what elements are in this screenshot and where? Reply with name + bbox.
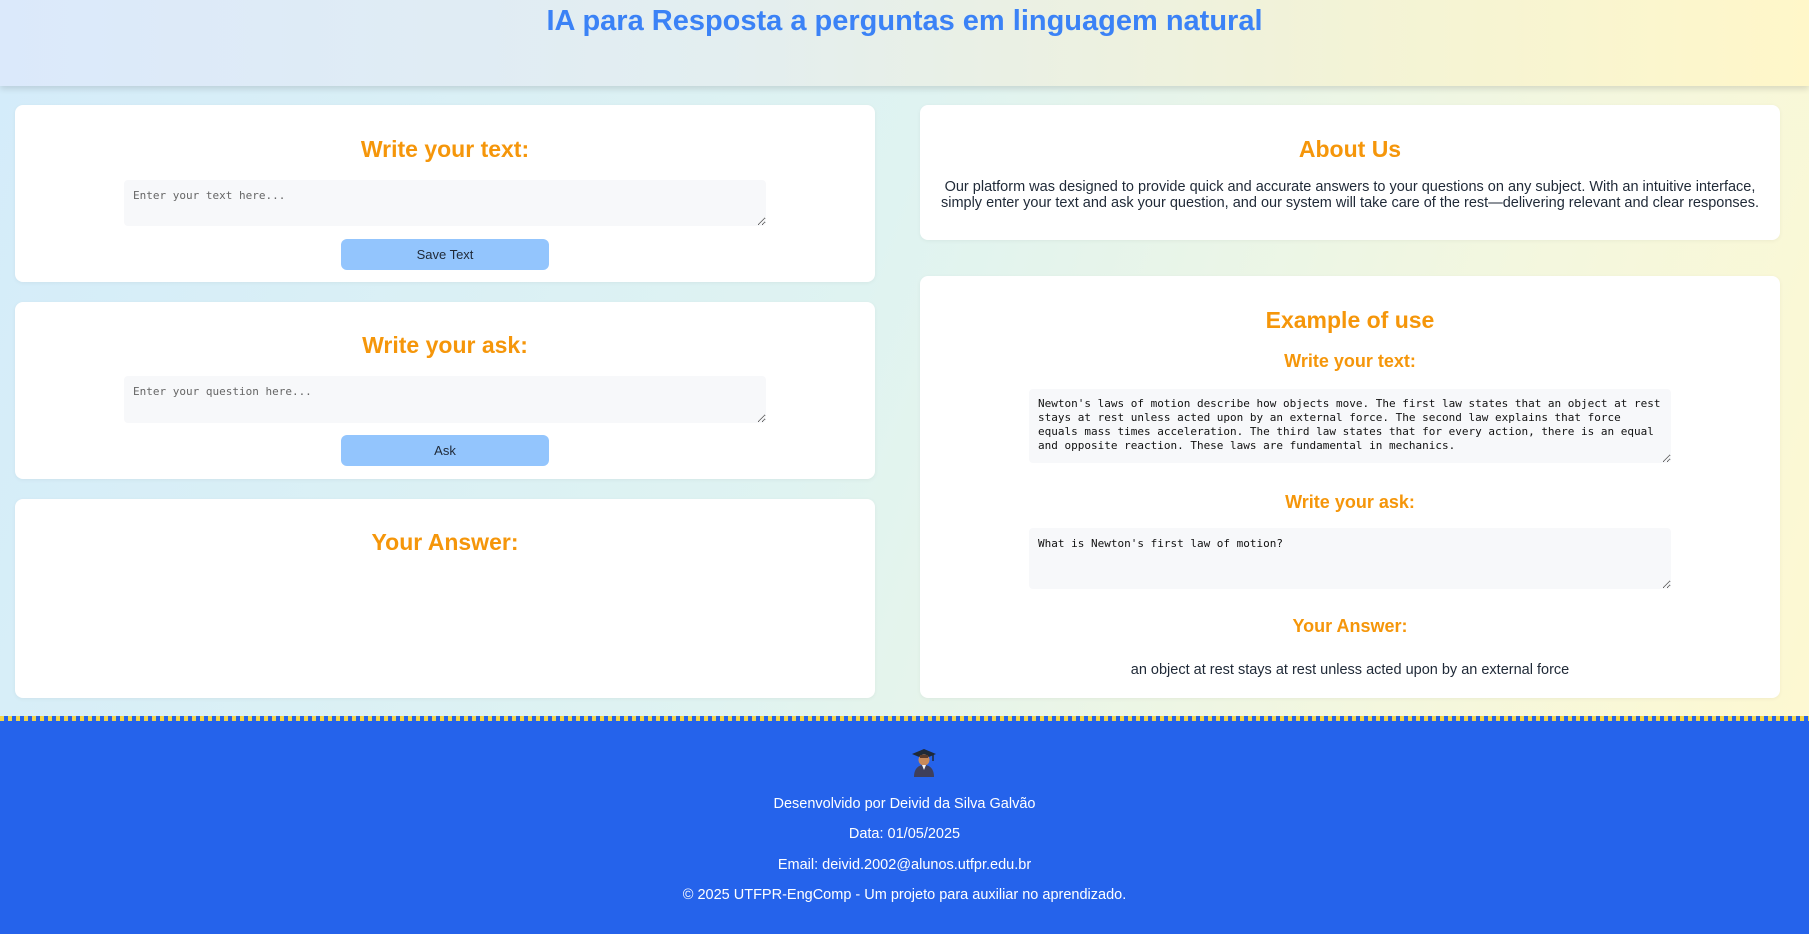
example-ask-heading: Write your ask: <box>1285 492 1415 512</box>
footer-dashed-border <box>0 716 1809 721</box>
example-answer-text: an object at rest stays at rest unless a… <box>1130 662 1570 678</box>
footer-developer: Desenvolvido por Deivid da Silva Galvão <box>773 796 1036 812</box>
about-text: Our platform was designed to provide qui… <box>940 179 1760 211</box>
example-text-heading: Write your text: <box>1284 351 1416 371</box>
page-header: IA para Resposta a perguntas em linguage… <box>0 0 1809 86</box>
question-input-field[interactable] <box>124 376 766 423</box>
page-title: IA para Resposta a perguntas em linguage… <box>546 5 1263 37</box>
example-heading: Example of use <box>1265 307 1435 333</box>
graduate-icon <box>912 749 936 777</box>
about-heading: About Us <box>1298 136 1402 162</box>
ask-input-heading: Write your ask: <box>362 332 528 358</box>
footer-email: Email: deivid.2002@alunos.utfpr.edu.br <box>777 857 1032 873</box>
answer-card: Your Answer: <box>15 499 875 698</box>
example-text-field[interactable]: Newton's laws of motion describe how obj… <box>1029 389 1671 463</box>
about-card: About Us Our platform was designed to pr… <box>920 105 1780 240</box>
answer-heading: Your Answer: <box>371 529 519 555</box>
page-footer: Desenvolvido por Deivid da Silva Galvão … <box>0 716 1809 934</box>
footer-copyright: © 2025 UTFPR-EngComp - Um projeto para a… <box>682 887 1127 903</box>
text-input-heading: Write your text: <box>360 136 530 162</box>
example-answer-heading: Your Answer: <box>1292 616 1408 636</box>
example-card: Example of use Write your text: Newton's… <box>920 276 1780 698</box>
ask-input-card: Write your ask: Ask <box>15 302 875 479</box>
answer-output <box>55 579 835 669</box>
example-ask-field[interactable]: What is Newton's first law of motion? <box>1029 528 1671 589</box>
text-input-field[interactable] <box>124 180 766 226</box>
ask-button[interactable]: Ask <box>341 435 549 466</box>
text-input-card: Write your text: Save Text <box>15 105 875 282</box>
footer-date: Data: 01/05/2025 <box>848 826 961 842</box>
save-text-button[interactable]: Save Text <box>341 239 549 270</box>
